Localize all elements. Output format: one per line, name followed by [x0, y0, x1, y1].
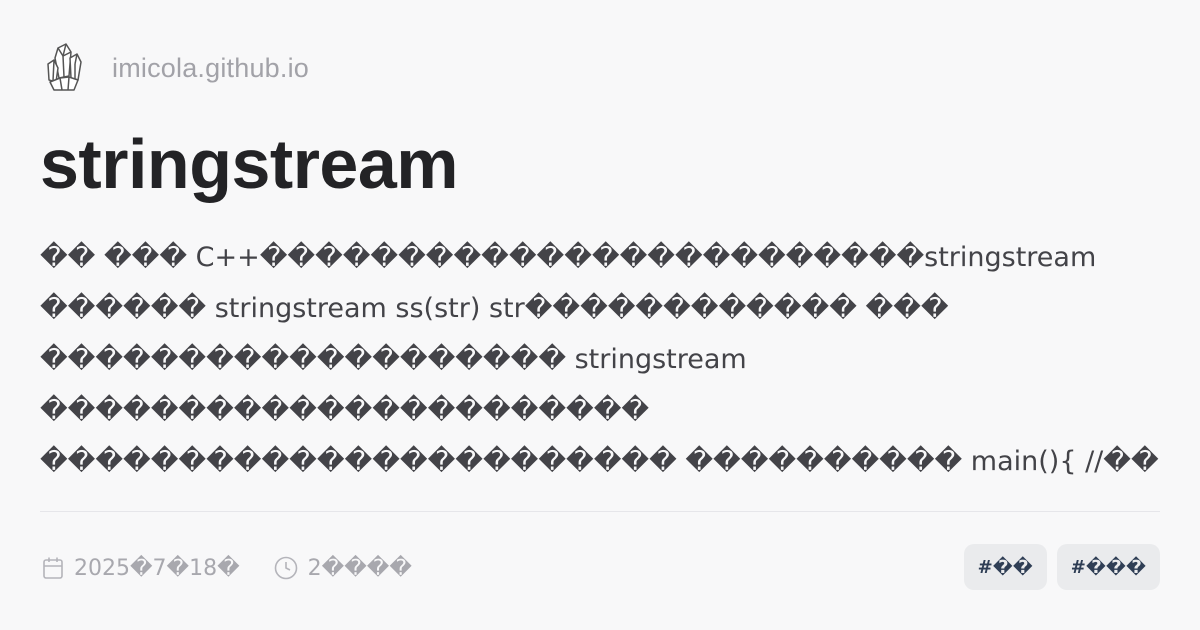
- tag[interactable]: #��: [963, 544, 1047, 590]
- crystal-icon: [47, 43, 82, 91]
- post-excerpt: �� ��� C++������������������������string…: [40, 242, 1159, 477]
- tag[interactable]: #���: [1056, 544, 1160, 590]
- tag-list: #�� #���: [963, 544, 1160, 590]
- post-title: stringstream: [40, 125, 459, 203]
- post-meta: 2025�7�18� 2����: [42, 548, 446, 588]
- site-domain[interactable]: imicola.github.io: [112, 53, 309, 84]
- post-date-text: 2025�7�18�: [74, 555, 240, 581]
- reading-time-text: 2����: [307, 555, 412, 581]
- reading-time: 2����: [274, 556, 412, 581]
- divider: [40, 511, 1160, 512]
- site-header: imicola.github.io: [44, 40, 309, 96]
- calendar-icon: [43, 557, 63, 579]
- share-card: imicola.github.io stringstream �� ��� C+…: [0, 0, 1200, 630]
- clock-icon: [274, 556, 297, 580]
- post-date: 2025�7�18�: [42, 556, 240, 581]
